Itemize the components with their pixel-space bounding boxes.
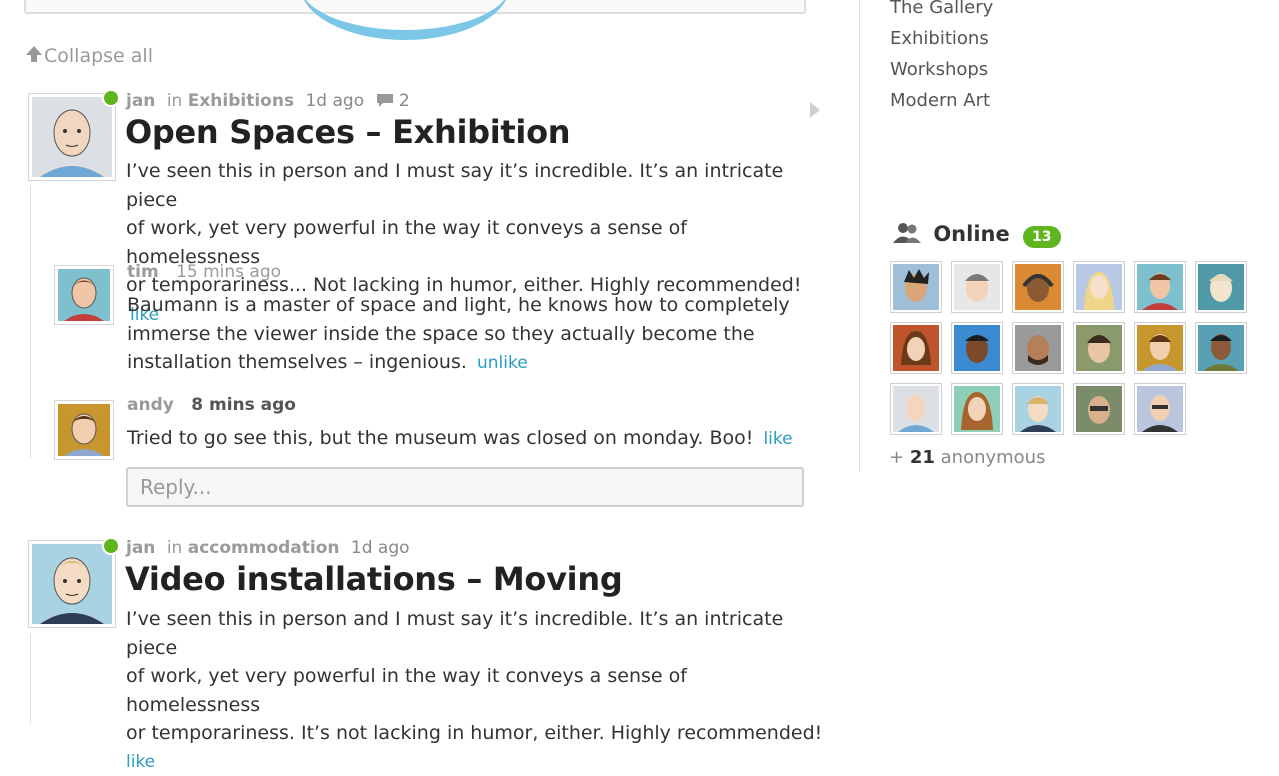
decorative-arc <box>300 0 510 40</box>
triangle-right-icon[interactable] <box>808 100 822 124</box>
comment-author[interactable]: tim <box>127 262 159 282</box>
post-in-label: in <box>167 91 183 111</box>
online-user-avatar[interactable] <box>951 261 1003 313</box>
comment-time: 15 mins ago <box>176 262 281 282</box>
sidebar-link-workshops[interactable]: Workshops <box>890 59 988 80</box>
collapse-all-button[interactable]: Collapse all <box>24 44 153 69</box>
like-button[interactable]: like <box>763 429 792 449</box>
post-meta: jan in Exhibitions 1d ago 2 <box>126 91 410 113</box>
post-time: 1d ago <box>351 538 410 558</box>
post-author[interactable]: jan <box>126 91 155 111</box>
post-body-line: or temporariness. It’s not lacking in hu… <box>126 719 826 748</box>
online-status-dot <box>102 89 120 107</box>
thread-line <box>30 634 31 724</box>
avatar[interactable] <box>28 540 116 628</box>
online-count-badge: 13 <box>1023 226 1060 248</box>
online-user-avatar[interactable] <box>1012 322 1064 374</box>
comment-time: 8 mins ago <box>191 395 296 415</box>
users-icon <box>892 222 922 249</box>
online-user-avatar[interactable] <box>1134 383 1186 435</box>
comment-body: Tried to go see this, but the museum was… <box>127 424 817 454</box>
comment-meta: andy 8 mins ago <box>127 395 296 415</box>
online-user-avatar[interactable] <box>1012 383 1064 435</box>
online-user-avatar[interactable] <box>1073 261 1125 313</box>
anonymous-count: + 21 anonymous <box>889 447 1045 468</box>
arrow-up-icon <box>24 44 44 69</box>
post-author[interactable]: jan <box>126 538 155 558</box>
post-body-line: I’ve seen this in person and I must say … <box>126 157 826 214</box>
avatar[interactable] <box>28 93 116 181</box>
post-body-line: I’ve seen this in person and I must say … <box>126 605 826 662</box>
comment-body-line: immerse the viewer inside the space so t… <box>127 320 817 349</box>
sidebar-link-modern-art[interactable]: Modern Art <box>890 90 990 111</box>
online-header: Online 13 <box>892 222 1061 249</box>
avatar[interactable] <box>54 400 114 460</box>
comment-body: Baumann is a master of space and light, … <box>127 291 817 378</box>
comment-body-line: installation themselves – ingenious. unl… <box>127 348 817 378</box>
online-user-avatar[interactable] <box>1195 261 1247 313</box>
online-user-avatar[interactable] <box>951 322 1003 374</box>
online-user-avatar[interactable] <box>890 261 942 313</box>
post-category[interactable]: accommodation <box>188 538 340 558</box>
post-body: I’ve seen this in person and I must say … <box>126 605 826 776</box>
online-user-avatar[interactable] <box>1134 322 1186 374</box>
avatar[interactable] <box>54 265 114 325</box>
comment-count[interactable]: 2 <box>399 91 410 111</box>
comment-body-line: Baumann is a master of space and light, … <box>127 291 817 320</box>
sidebar-link-exhibitions[interactable]: Exhibitions <box>890 28 989 49</box>
post-body-line: of work, yet very powerful in the way it… <box>126 662 826 719</box>
online-user-avatar[interactable] <box>1012 261 1064 313</box>
thread-line <box>30 186 31 458</box>
sidebar-link-the-gallery[interactable]: The Gallery <box>890 0 993 18</box>
online-status-dot <box>102 537 120 555</box>
like-button[interactable]: like <box>126 748 826 776</box>
speech-bubble-icon <box>376 92 394 113</box>
unlike-button[interactable]: unlike <box>477 353 528 373</box>
comment-author[interactable]: andy <box>127 395 174 415</box>
comment-meta: tim 15 mins ago <box>127 262 281 282</box>
post-category[interactable]: Exhibitions <box>188 91 294 111</box>
online-user-avatar[interactable] <box>890 322 942 374</box>
post-title[interactable]: Video installations – Moving <box>125 560 622 598</box>
online-user-avatar[interactable] <box>1073 322 1125 374</box>
post-meta: jan in accommodation 1d ago <box>126 538 410 558</box>
post-in-label: in <box>167 538 183 558</box>
post-title[interactable]: Open Spaces – Exhibition <box>125 113 570 151</box>
online-user-avatar[interactable] <box>1073 383 1125 435</box>
online-user-avatar[interactable] <box>951 383 1003 435</box>
sidebar-divider <box>859 0 860 472</box>
online-user-avatar[interactable] <box>890 383 942 435</box>
anonymous-number: 21 <box>910 447 935 468</box>
online-user-avatar[interactable] <box>1195 322 1247 374</box>
reply-input[interactable]: Reply... <box>126 467 804 507</box>
online-label: Online <box>933 222 1009 246</box>
online-user-avatar[interactable] <box>1134 261 1186 313</box>
post-time: 1d ago <box>305 91 364 111</box>
